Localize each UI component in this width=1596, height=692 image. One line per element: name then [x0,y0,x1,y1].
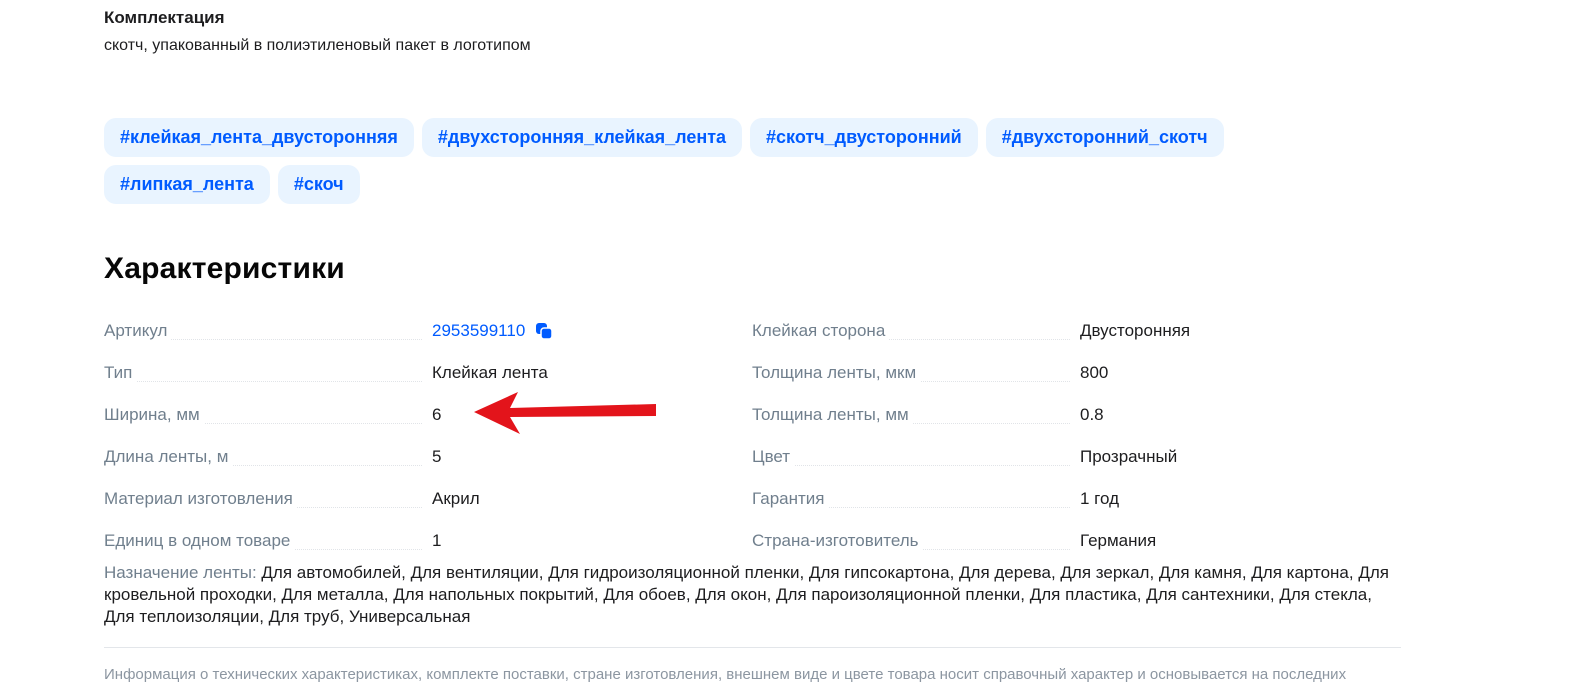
purpose-key: Назначение ленты: [104,563,257,582]
disclaimer-text: Информация о технических характеристиках… [104,666,1347,683]
spec-key: Толщина ленты, мкм [752,360,1080,383]
hashtag-row: #липкая_лента #скоч [104,165,1404,204]
spec-row-thickness-mm: Толщина ленты, мм 0.8 [752,402,1392,444]
spec-row-thickness-um: Толщина ленты, мкм 800 [752,360,1392,402]
spec-key: Гарантия [752,486,1080,509]
spec-key: Тип [104,360,432,383]
tape-purpose: Назначение ленты: Для автомобилей, Для в… [104,562,1404,628]
spec-key: Ширина, мм [104,402,432,425]
spec-key: Страна-изготовитель [752,528,1080,551]
spec-value: 800 [1080,363,1109,382]
specs-right-column: Клейкая сторона Двусторонняя Толщина лен… [752,318,1392,570]
purpose-value: Для автомобилей, Для вентиляции, Для гид… [104,563,1389,626]
spec-key: Артикул [104,318,432,341]
spec-row-material: Материал изготовления Акрил [104,486,724,528]
product-characteristics-page: Комплектация скотч, упакованный в полиэт… [0,0,1596,692]
spec-row-adhesive-side: Клейкая сторона Двусторонняя [752,318,1392,360]
spec-row-length: Длина ленты, м 5 [104,444,724,486]
copy-icon[interactable] [535,322,554,340]
kit-description: скотч, упакованный в полиэтиленовый паке… [104,37,531,54]
hashtag-list: #клейкая_лента_двусторонняя #двухсторонн… [104,118,1404,212]
spec-value: Акрил [432,489,480,508]
spec-value: 2953599110 [432,318,554,341]
spec-key: Толщина ленты, мм [752,402,1080,425]
spec-value: Двусторонняя [1080,321,1191,340]
hashtag-link[interactable]: #скоч [277,165,360,204]
specs-left-column: Артикул 2953599110 Тип Клейкая лента Шир… [104,318,724,570]
hashtag-link[interactable]: #скотч_двусторонний [750,118,978,157]
hashtag-row: #клейкая_лента_двусторонняя #двухсторонн… [104,118,1404,157]
hashtag-link[interactable]: #двухсторонний_скотч [985,118,1224,157]
spec-row-article: Артикул 2953599110 [104,318,724,360]
hashtag-link[interactable]: #липкая_лента [104,165,270,204]
spec-key: Единиц в одном товаре [104,528,432,551]
spec-value: Клейкая лента [432,363,548,382]
red-arrow-annotation [470,388,660,443]
spec-value: 1 год [1080,489,1120,508]
spec-key: Материал изготовления [104,486,432,509]
spec-row-warranty: Гарантия 1 год [752,486,1392,528]
article-number[interactable]: 2953599110 [432,321,525,341]
spec-row-color: Цвет Прозрачный [752,444,1392,486]
spec-key: Клейкая сторона [752,318,1080,341]
characteristics-title: Характеристики [104,252,345,285]
hashtag-link[interactable]: #двухсторонняя_клейкая_лента [421,118,743,157]
spec-value: 6 [432,405,442,424]
spec-value: 0.8 [1080,405,1104,424]
divider [104,647,1401,648]
hashtag-link[interactable]: #клейкая_лента_двусторонняя [104,118,414,157]
spec-value: Прозрачный [1080,447,1178,466]
kit-title: Комплектация [104,8,225,27]
spec-value: Германия [1080,531,1157,550]
spec-value: 1 [432,531,442,550]
spec-value: 5 [432,447,442,466]
spec-key: Длина ленты, м [104,444,432,467]
spec-key: Цвет [752,444,1080,467]
